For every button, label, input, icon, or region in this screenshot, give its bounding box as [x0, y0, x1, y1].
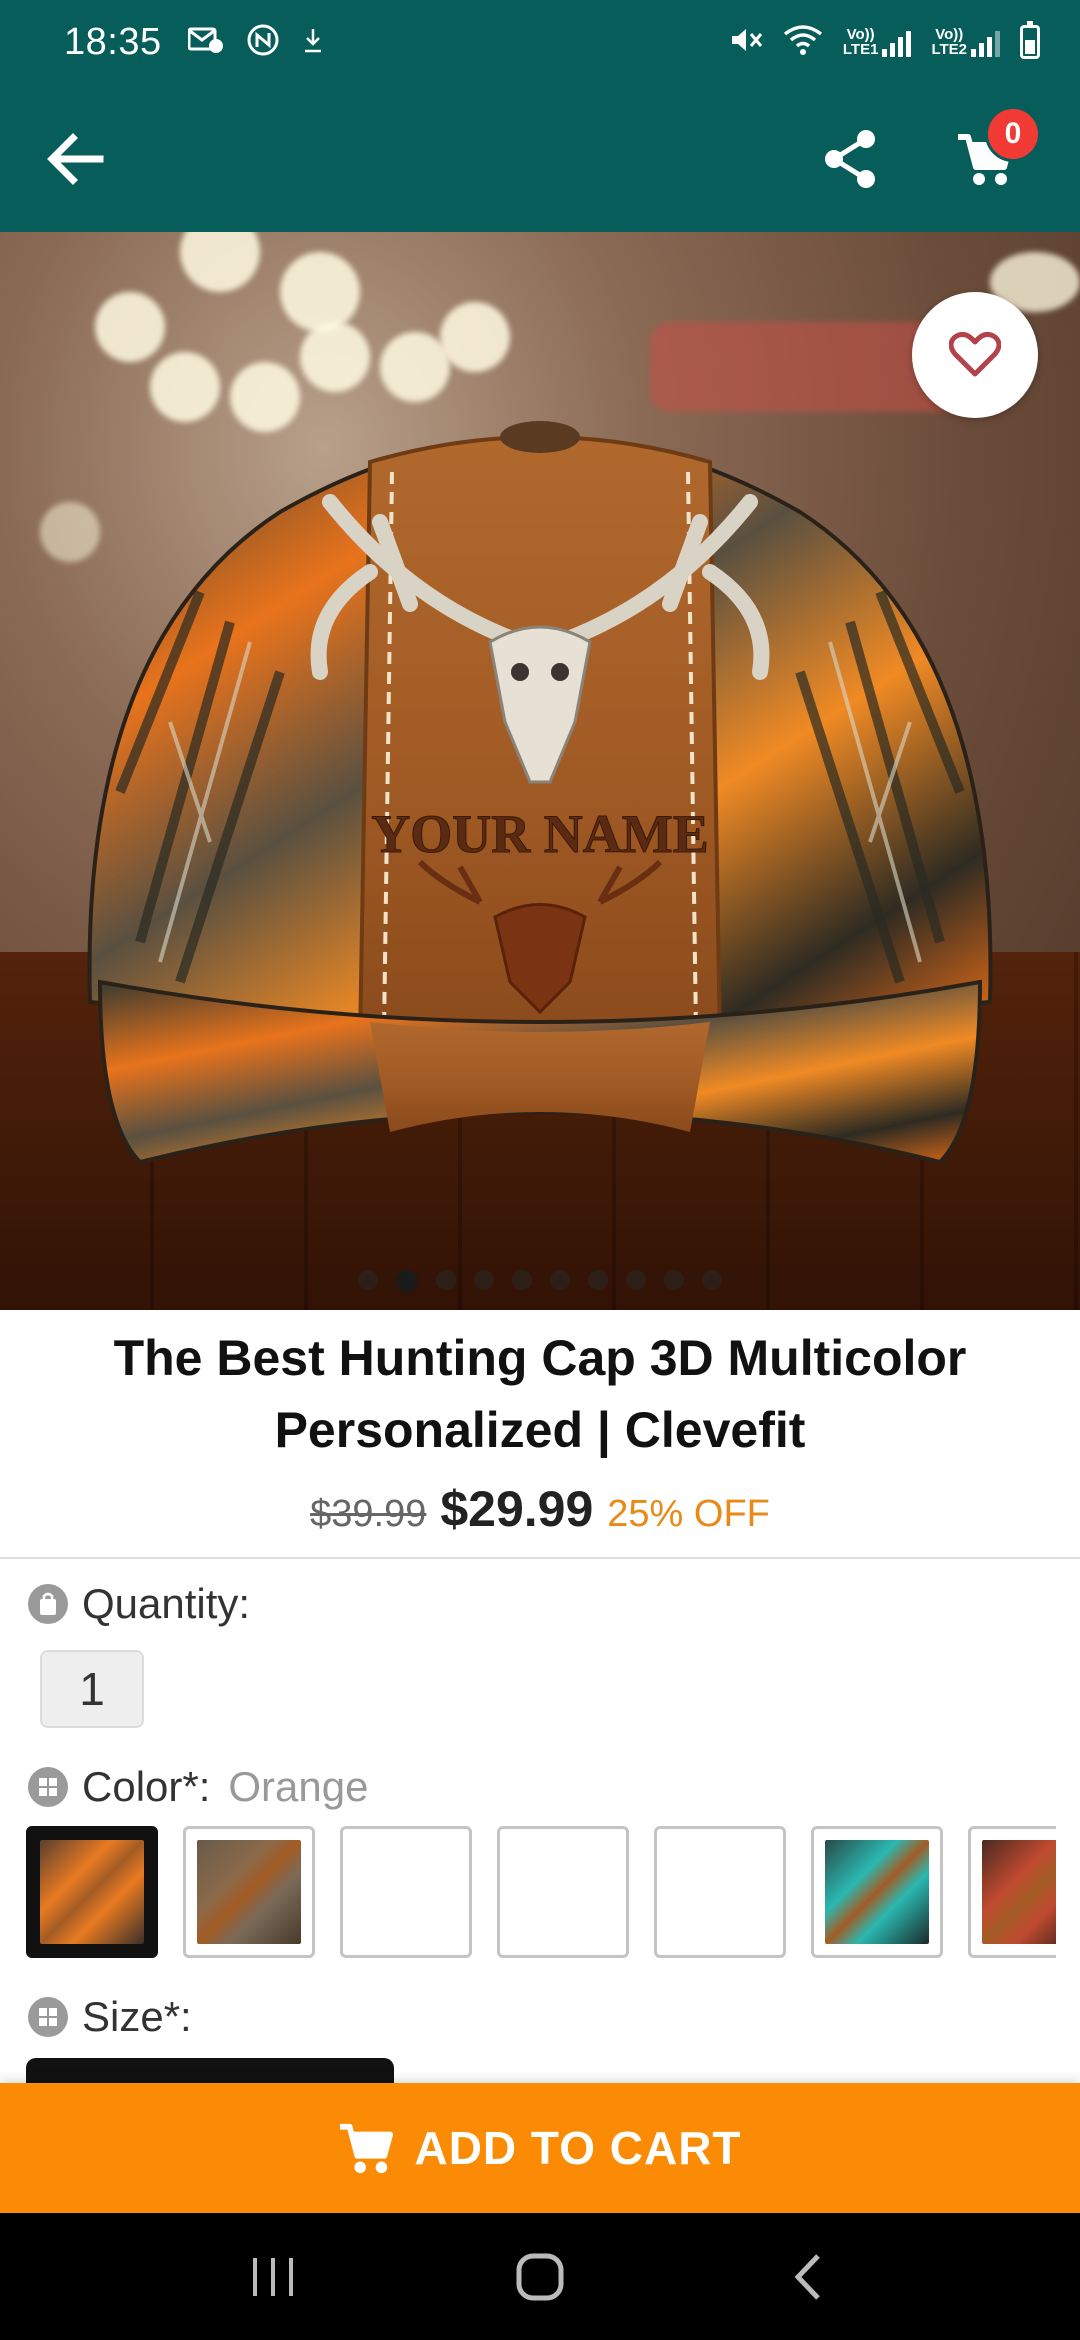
color-swatch-teal[interactable] [811, 1826, 943, 1958]
system-back-button[interactable] [767, 2237, 847, 2317]
chevron-left-icon [794, 2253, 820, 2300]
share-button[interactable] [815, 124, 885, 194]
quantity-input[interactable]: 1 [40, 1650, 144, 1728]
color-label-row: Color*: Orange [28, 1763, 368, 1811]
options-grid-icon [28, 1997, 68, 2037]
size-label-row: Size*: [28, 1993, 192, 2041]
color-selected-value: Orange [228, 1763, 369, 1810]
product-screen: 18:35 Vo)) LTE1 Vo)) LTE2 0 YOUR NAME Th… [0, 0, 1080, 2340]
cap-personalized-text: YOUR NAME [371, 804, 708, 864]
battery-icon [1020, 21, 1040, 59]
product-title: The Best Hunting Cap 3D Multicolor Perso… [113, 1330, 967, 1458]
carousel-dot[interactable] [358, 1270, 378, 1290]
color-swatch-red[interactable] [968, 1826, 1056, 1958]
home-icon [516, 2253, 564, 2300]
product-image-carousel[interactable]: YOUR NAME [0, 232, 1080, 1310]
back-button[interactable] [40, 124, 110, 194]
sale-price: $29.99 [440, 1481, 594, 1537]
signal-icon [882, 29, 912, 57]
recent-apps-icon [253, 2257, 294, 2296]
arrow-left-icon [47, 133, 104, 185]
color-label: Color*: [82, 1763, 211, 1810]
recent-apps-button[interactable] [233, 2237, 313, 2317]
add-to-cart-label: ADD TO CART [414, 2122, 742, 2174]
app-bar: 0 [0, 84, 1080, 232]
settings-mail-icon [187, 26, 224, 59]
swatch-thumbnail [40, 1840, 144, 1944]
color-swatch-list [26, 1826, 1056, 1958]
mute-icon [729, 25, 763, 60]
carousel-dot[interactable] [664, 1270, 684, 1290]
swatch-thumbnail [197, 1840, 301, 1944]
carousel-dot[interactable] [626, 1270, 646, 1290]
discount-label: 25% OFF [607, 1493, 770, 1535]
status-time: 18:35 [64, 20, 162, 63]
add-to-cart-button[interactable]: ADD TO CART [0, 2083, 1080, 2213]
shopping-cart-icon [340, 2123, 394, 2174]
color-swatch-brown[interactable] [183, 1826, 315, 1958]
home-button[interactable] [500, 2237, 580, 2317]
download-icon [302, 26, 324, 59]
quantity-label: Quantity: [82, 1580, 251, 1627]
color-swatch-blank-2[interactable] [497, 1826, 629, 1958]
heart-outline-icon [949, 332, 1001, 377]
signal-icon [971, 29, 1000, 57]
carousel-dot[interactable] [512, 1270, 532, 1290]
options-grid-icon [28, 1767, 68, 1807]
cart-count-badge: 0 [985, 106, 1041, 162]
carousel-dot[interactable] [588, 1270, 608, 1290]
app-notification-icon [246, 23, 280, 62]
sim2-indicator: Vo)) LTE2 [931, 27, 1000, 57]
quantity-icon [28, 1584, 68, 1624]
status-bar: 18:35 Vo)) LTE1 Vo)) LTE2 [0, 0, 1080, 84]
carousel-dot[interactable] [474, 1270, 494, 1290]
carousel-dot[interactable] [702, 1270, 722, 1290]
wifi-icon [783, 24, 823, 61]
quantity-label-row: Quantity: [28, 1580, 250, 1628]
color-swatch-orange[interactable] [26, 1826, 158, 1958]
swatch-thumbnail [982, 1840, 1056, 1944]
share-icon [825, 130, 875, 188]
product-image: YOUR NAME [80, 342, 1000, 1202]
carousel-indicator [0, 1270, 1080, 1292]
price-row: $39.99 $29.99 25% OFF [0, 1480, 1080, 1538]
favorite-button[interactable] [912, 292, 1038, 418]
carousel-dot[interactable] [550, 1270, 570, 1290]
size-label: Size*: [82, 1993, 192, 2040]
system-nav-bar [0, 2213, 1080, 2340]
color-swatch-blank-3[interactable] [654, 1826, 786, 1958]
carousel-dot[interactable] [436, 1270, 456, 1290]
color-swatch-blank-1[interactable] [340, 1826, 472, 1958]
original-price: $39.99 [310, 1493, 427, 1535]
swatch-thumbnail [825, 1840, 929, 1944]
sim1-indicator: Vo)) LTE1 [843, 27, 912, 57]
carousel-dot[interactable] [396, 1270, 418, 1292]
divider [0, 1557, 1080, 1559]
